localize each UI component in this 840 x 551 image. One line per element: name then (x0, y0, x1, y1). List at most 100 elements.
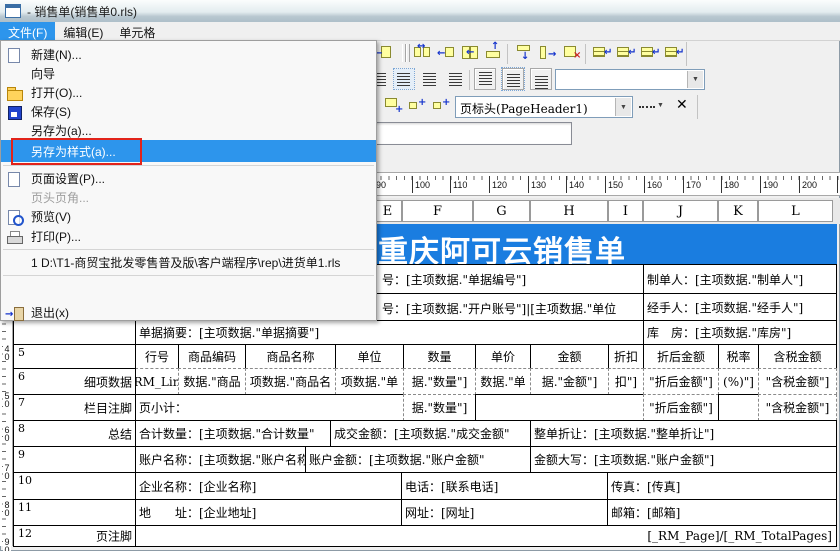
split-cell-icon[interactable]: ↔ (412, 43, 432, 63)
fax-cell[interactable]: 传真：[传真] (607, 472, 837, 500)
menu-edit[interactable]: 编辑(E) (55, 22, 111, 40)
summary-cell[interactable]: 账户金额：[主项数据."账户金额" (305, 446, 531, 473)
table-header-cell[interactable]: 单位 (335, 344, 404, 369)
table-header-cell[interactable]: 折后金额 (643, 344, 719, 369)
band-label-column-footer[interactable]: 栏目注脚 (84, 399, 132, 416)
cell-maker[interactable]: 制单人：[主项数据."制单人"] (643, 264, 837, 294)
email-cell[interactable]: 邮箱：[邮箱] (607, 499, 837, 526)
detail-cell[interactable]: 据."金额"] (530, 368, 609, 395)
detail-cell[interactable]: 数据."商品 (178, 368, 246, 395)
column-header[interactable]: F (402, 200, 473, 222)
row-header[interactable]: 5 (13, 344, 136, 369)
footer-empty-cell[interactable] (475, 394, 644, 421)
detail-cell[interactable]: 据."数量"] (403, 368, 476, 395)
column-header[interactable]: H (530, 200, 608, 222)
delete-cell-icon[interactable]: × (562, 43, 582, 63)
menu-cell[interactable]: 单元格 (111, 22, 163, 40)
address-cell[interactable]: 地 址：[企业地址] (135, 499, 402, 526)
row-header[interactable]: 6细项数据 (13, 368, 136, 395)
align-justify-icon[interactable] (446, 69, 466, 89)
valign-bottom-icon[interactable] (530, 68, 552, 90)
company-cell[interactable]: 企业名称：[企业名称] (135, 472, 402, 500)
footer-qty-cell[interactable]: 据."数量"] (403, 394, 476, 421)
menu-item-preview[interactable]: 预览(V) (1, 207, 376, 226)
detail-cell[interactable]: 数据."单 (475, 368, 531, 395)
table-header-cell[interactable]: 单价 (475, 344, 531, 369)
detail-cell[interactable]: "折后金额"] (643, 368, 719, 395)
unmerge-cells-icon[interactable]: ↑ (484, 43, 504, 63)
menu-item-recent-file[interactable]: 1 D:\T1-商贸宝批发零售普及版\客户端程序\rep\进货单1.rls (1, 253, 376, 272)
line-style-button[interactable]: ▼ (637, 97, 667, 117)
menu-file[interactable]: 文件(F) (0, 22, 55, 40)
footer-empty-cell[interactable] (718, 394, 759, 421)
table-header-cell[interactable]: 数量 (403, 344, 476, 369)
phone-cell[interactable]: 电话：[联系电话] (401, 472, 608, 500)
menu-item-open[interactable]: 打开(O)... (1, 83, 376, 102)
summary-cell[interactable]: 账户名称：[主项数据."账户名称" (135, 446, 306, 473)
detail-cell[interactable]: (%)"] (718, 368, 759, 395)
column-header[interactable]: I (608, 200, 643, 222)
align-center-icon[interactable] (394, 69, 414, 89)
cell-warehouse[interactable]: 库 房：[主项数据."库房"] (643, 320, 837, 345)
valign-top-icon[interactable] (474, 68, 496, 90)
table-header-cell[interactable]: 商品编码 (178, 344, 246, 369)
menu-item-exit[interactable]: → 退出(x) (1, 303, 376, 322)
footer-discounted-cell[interactable]: "折后金额"] (643, 394, 719, 421)
column-header[interactable]: E (373, 200, 402, 222)
row-header[interactable]: 7栏目注脚 (13, 394, 136, 421)
column-header[interactable]: J (643, 200, 718, 222)
menu-item-new[interactable]: 新建(N)... (1, 45, 376, 64)
row-header[interactable]: 8总结 (13, 420, 136, 447)
band-selector-combobox[interactable]: 页标头(PageHeader1) ▼ (455, 96, 633, 118)
detail-cell[interactable]: 项数据."商品名 (245, 368, 336, 395)
merge-cells-icon[interactable]: ← (460, 43, 480, 63)
summary-cell[interactable]: 金额大写：[主项数据."账户金额"] (530, 446, 837, 473)
band-label-summary[interactable]: 总结 (108, 425, 132, 442)
table-header-cell[interactable]: 税率 (718, 344, 759, 369)
column-header[interactable]: L (758, 200, 833, 222)
align-right-icon[interactable] (420, 69, 440, 89)
cell-summary[interactable]: 单据摘要：[主项数据."单据摘要"] (135, 320, 644, 345)
detail-cell[interactable]: 扣"] (608, 368, 644, 395)
row-header[interactable]: 10 (13, 472, 136, 500)
website-cell[interactable]: 网址：[网址] (401, 499, 608, 526)
table-header-cell[interactable]: 折扣 (608, 344, 644, 369)
row-header[interactable]: 11 (13, 499, 136, 526)
cell-handler[interactable]: 经手人：[主项数据."经手人"] (643, 293, 837, 321)
band-label-page-footer[interactable]: 页注脚 (96, 528, 132, 545)
page-number-cell[interactable]: [_RM_Page]/[_RM_TotalPages] (135, 525, 837, 547)
add-band-icon[interactable]: + (383, 96, 403, 116)
table-header-cell[interactable]: 商品名称 (245, 344, 336, 369)
chevron-down-icon[interactable]: ▼ (687, 71, 703, 88)
table-header-cell[interactable]: 金额 (530, 344, 609, 369)
chevron-down-icon[interactable]: ▼ (615, 98, 631, 116)
toolbar-grip[interactable] (406, 44, 410, 62)
summary-cell[interactable]: 整单折让：[主项数据."整单折让"] (530, 420, 837, 447)
detail-cell[interactable]: "含税金额"] (758, 368, 837, 395)
insert-row-icon[interactable]: ↓ (514, 43, 534, 63)
merge-left-icon[interactable]: ← (436, 43, 456, 63)
band-detail-icon[interactable]: ↵ (639, 43, 659, 63)
import-icon[interactable]: ← (374, 43, 394, 63)
band-footer-icon[interactable]: ↵ (663, 43, 683, 63)
style-combobox[interactable]: ▼ (555, 69, 705, 90)
menu-item-print[interactable]: 打印(P)... (1, 226, 376, 246)
add-sub-band-icon[interactable]: + (407, 96, 427, 116)
band-page-header-icon[interactable]: ↵ (615, 43, 635, 63)
detail-cell[interactable]: 项数据."单 (335, 368, 404, 395)
menu-item-page-setup[interactable]: 页面设置(P)... (1, 169, 376, 188)
row-header[interactable]: 9 (13, 446, 136, 473)
row-header[interactable]: 12页注脚 (13, 525, 136, 547)
row-header[interactable] (13, 320, 136, 345)
column-header[interactable]: G (473, 200, 530, 222)
footer-label-cell[interactable]: 页小计： (135, 394, 404, 421)
band-report-header-icon[interactable]: ↵ (591, 43, 611, 63)
column-header[interactable]: K (718, 200, 758, 222)
band-label-detail[interactable]: 细项数据 (84, 373, 132, 390)
menu-item-save[interactable]: 保存(S) (1, 102, 376, 121)
detail-cell[interactable]: RM_Lin (135, 368, 179, 395)
menu-item-wizard[interactable]: 向导 (1, 64, 376, 83)
valign-middle-icon[interactable] (502, 68, 524, 90)
table-header-cell[interactable]: 行号 (135, 344, 179, 369)
summary-cell[interactable]: 成交金额：[主项数据."成交金额" (330, 420, 531, 447)
